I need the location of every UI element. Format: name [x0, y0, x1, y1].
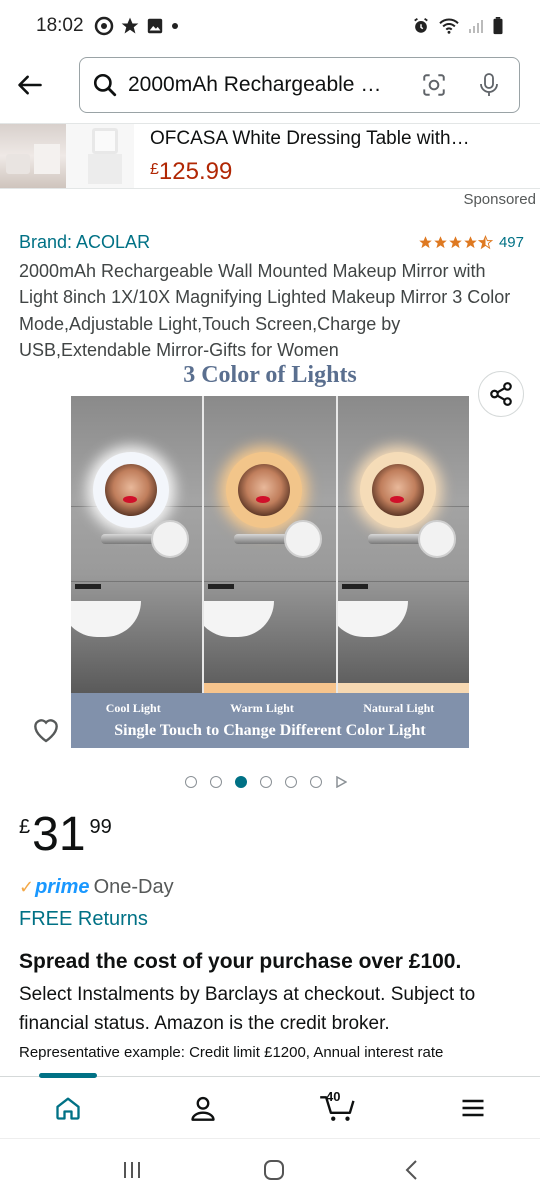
star-full-icon: [419, 236, 432, 249]
home-button-icon[interactable]: [263, 1159, 285, 1181]
alarm-icon: [414, 18, 428, 33]
person-icon: [190, 1096, 215, 1121]
play-video-icon[interactable]: [335, 776, 347, 788]
arrow-left-icon: [18, 75, 42, 95]
back-nav-icon[interactable]: [404, 1159, 420, 1181]
search-header: 2000mAh Rechargeable Wall Mounted Makeup…: [0, 52, 540, 118]
wifi-icon: [439, 18, 459, 34]
nav-active-indicator: [38, 1073, 97, 1078]
star-full-icon: [434, 236, 447, 249]
prime-logo: prime: [35, 876, 90, 898]
carousel-dot[interactable]: [260, 776, 272, 788]
star-half-icon: [477, 235, 493, 250]
brand-link[interactable]: Brand: ACOLAR: [19, 232, 150, 253]
prime-delivery: ✓ prime One-Day: [19, 876, 174, 899]
finance-body: Select Instalments by Barclays at checko…: [19, 984, 476, 1034]
warm-light-label: Warm Light: [230, 701, 294, 715]
ad-product-image: [66, 124, 134, 188]
ad-room-image: [0, 124, 66, 188]
signal-icon: [469, 20, 483, 33]
image-caption-bar: Cool Light Warm Light Natural Light Sing…: [71, 693, 469, 748]
image-caption: Single Touch to Change Different Color L…: [114, 722, 426, 739]
natural-light-panel: [337, 396, 469, 693]
star-full-icon: [464, 236, 477, 249]
carousel-dot[interactable]: [310, 776, 322, 788]
ad-price: £125.99: [150, 158, 470, 186]
search-input[interactable]: 2000mAh Rechargeable Wall Mounted Makeup…: [79, 57, 520, 113]
more-dot-icon: [171, 23, 178, 29]
star-rating: [418, 235, 493, 250]
product-price: £ 31 99: [19, 808, 112, 862]
price-currency: £: [19, 816, 31, 838]
home-icon: [55, 1097, 80, 1120]
nav-account[interactable]: [135, 1077, 270, 1138]
ad-title[interactable]: OFCASA White Dressing Table with Mirror: [150, 128, 470, 150]
heart-icon: [34, 719, 58, 743]
rating-count[interactable]: 497: [499, 234, 524, 251]
search-actions: [421, 72, 501, 98]
bottom-navigation: 40: [0, 1073, 540, 1138]
microphone-icon[interactable]: [477, 72, 501, 98]
cool-light-label: Cool Light: [105, 701, 161, 715]
wishlist-button[interactable]: [28, 711, 64, 747]
carousel-dot[interactable]: [185, 776, 197, 788]
share-icon: [490, 382, 512, 406]
prime-check-icon: ✓: [19, 877, 35, 897]
gallery-notification-icon: [147, 18, 162, 34]
image-carousel-dots[interactable]: [185, 776, 347, 788]
nav-cart[interactable]: 40: [270, 1077, 405, 1138]
search-query-text[interactable]: 2000mAh Rechargeable Wall Mounted Makeup…: [128, 73, 400, 97]
search-icon: [93, 73, 117, 97]
nav-menu[interactable]: [405, 1077, 540, 1138]
product-image[interactable]: 3 Color of Lights Cool Light Warm Light: [71, 362, 469, 750]
status-notification-icons: [94, 16, 180, 36]
sponsored-ad-banner[interactable]: OFCASA White Dressing Table with Mirror …: [0, 123, 540, 189]
cart-count-badge: 40: [326, 1089, 341, 1104]
price-whole: 31: [32, 808, 86, 861]
prime-delivery-text: One-Day: [93, 876, 174, 898]
carousel-dot[interactable]: [285, 776, 297, 788]
status-system-icons: [412, 17, 504, 35]
carousel-dot[interactable]: [210, 776, 222, 788]
product-title: 2000mAh Rechargeable Wall Mounted Makeup…: [19, 261, 511, 361]
carousel-dot-active[interactable]: [235, 776, 247, 788]
camera-search-icon[interactable]: [421, 72, 447, 98]
recent-apps-icon[interactable]: [120, 1160, 144, 1180]
status-time: 18:02: [36, 15, 84, 36]
hamburger-menu-icon: [462, 1099, 483, 1116]
image-heading: 3 Color of Lights: [183, 362, 357, 388]
star-notification-icon: [121, 17, 138, 34]
share-button[interactable]: [478, 371, 524, 417]
natural-light-label: Natural Light: [363, 701, 435, 715]
finance-rep-example: Representative example: Credit limit £12…: [19, 1044, 444, 1061]
image-panels: [71, 396, 469, 693]
star-full-icon: [449, 236, 462, 249]
nav-home[interactable]: [0, 1073, 135, 1138]
brand-rating-row: Brand: ACOLAR 497: [19, 232, 524, 253]
price-fraction: 99: [89, 816, 112, 838]
free-returns-link[interactable]: FREE Returns: [19, 908, 148, 931]
ad-price-value: 125.99: [158, 158, 233, 185]
cool-light-panel: [71, 396, 203, 693]
rating[interactable]: 497: [418, 234, 524, 251]
notification-app-icon: [94, 16, 113, 36]
ad-price-currency: £: [150, 161, 159, 178]
sponsored-label[interactable]: Sponsored: [463, 191, 536, 208]
battery-icon: [493, 17, 503, 35]
system-navigation-bar: [0, 1138, 540, 1200]
status-bar: 18:02: [0, 0, 540, 52]
warm-light-panel: [204, 396, 336, 693]
finance-title: Spread the cost of your purchase over £1…: [19, 950, 462, 973]
back-button[interactable]: [2, 57, 58, 113]
